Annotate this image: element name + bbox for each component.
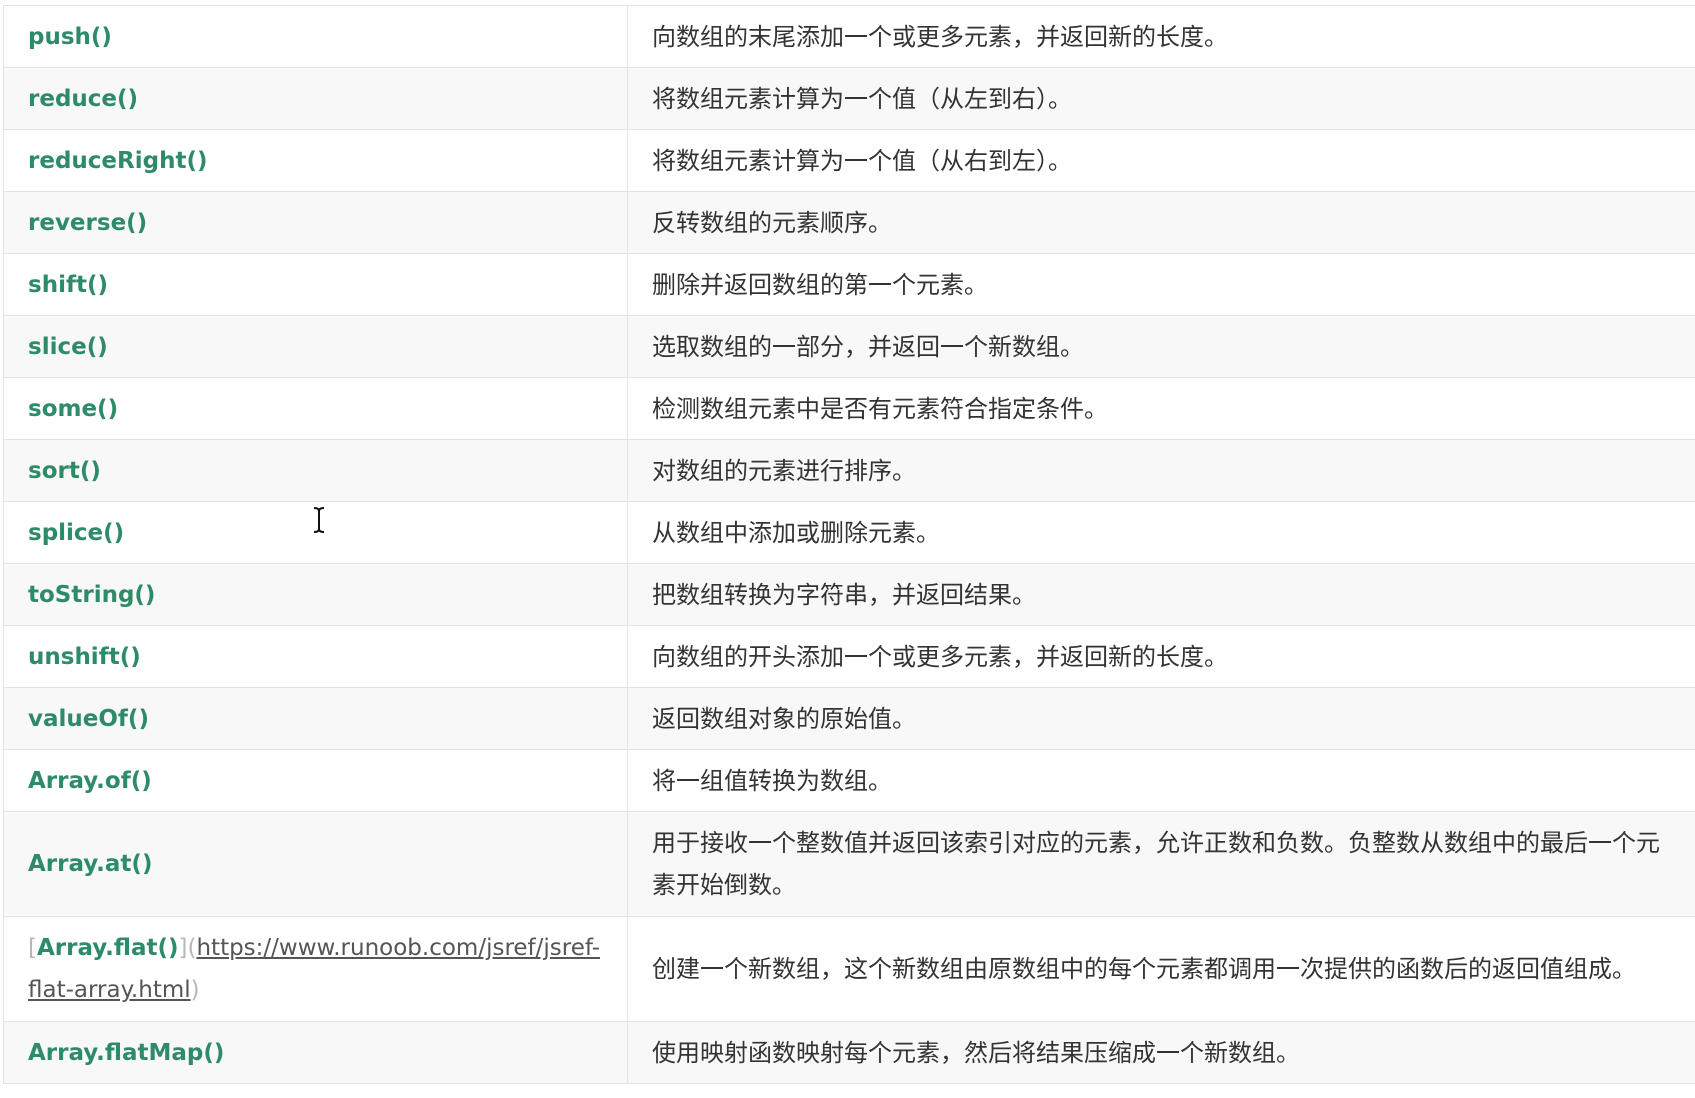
page-viewport: push() 向数组的末尾添加一个或更多元素，并返回新的长度。 reduce()… bbox=[0, 0, 1695, 1098]
method-description: 返回数组对象的原始值。 bbox=[627, 687, 1695, 750]
method-name: toString() bbox=[3, 563, 628, 626]
table-row: Array.flatMap() 使用映射函数映射每个元素，然后将结果压缩成一个新… bbox=[3, 1021, 1695, 1084]
table-row: some() 检测数组元素中是否有元素符合指定条件。 bbox=[3, 377, 1695, 440]
method-name: reverse() bbox=[3, 191, 628, 254]
method-name: push() bbox=[3, 5, 628, 68]
method-description: 删除并返回数组的第一个元素。 bbox=[627, 253, 1695, 316]
method-name: reduceRight() bbox=[3, 129, 628, 192]
table-row: reduce() 将数组元素计算为一个值（从左到右）。 bbox=[3, 67, 1695, 130]
method-link-cell: [Array.flat()](https://www.runoob.com/js… bbox=[3, 916, 628, 1022]
open-bracket: [ bbox=[28, 935, 37, 961]
method-name: Array.at() bbox=[3, 811, 628, 917]
method-name: Array.of() bbox=[3, 749, 628, 812]
method-description: 将一组值转换为数组。 bbox=[627, 749, 1695, 812]
method-description: 反转数组的元素顺序。 bbox=[627, 191, 1695, 254]
table-row: [Array.flat()](https://www.runoob.com/js… bbox=[3, 916, 1695, 1022]
table-row: sort() 对数组的元素进行排序。 bbox=[3, 439, 1695, 502]
method-name: valueOf() bbox=[3, 687, 628, 750]
method-name: Array.flatMap() bbox=[3, 1021, 628, 1084]
method-name: reduce() bbox=[3, 67, 628, 130]
table-row: reverse() 反转数组的元素顺序。 bbox=[3, 191, 1695, 254]
table-row: unshift() 向数组的开头添加一个或更多元素，并返回新的长度。 bbox=[3, 625, 1695, 688]
method-description: 从数组中添加或删除元素。 bbox=[627, 501, 1695, 564]
method-description: 用于接收一个整数值并返回该索引对应的元素，允许正数和负数。负整数从数组中的最后一… bbox=[627, 811, 1695, 917]
table-row: toString() 把数组转换为字符串，并返回结果。 bbox=[3, 563, 1695, 626]
method-description: 向数组的末尾添加一个或更多元素，并返回新的长度。 bbox=[627, 5, 1695, 68]
table-row: splice() 从数组中添加或删除元素。 bbox=[3, 501, 1695, 564]
method-description: 选取数组的一部分，并返回一个新数组。 bbox=[627, 315, 1695, 378]
table-row: Array.of() 将一组值转换为数组。 bbox=[3, 749, 1695, 812]
method-name: slice() bbox=[3, 315, 628, 378]
method-name: sort() bbox=[3, 439, 628, 502]
method-description: 创建一个新数组，这个新数组由原数组中的每个元素都调用一次提供的函数后的返回值组成… bbox=[627, 916, 1695, 1022]
method-name: unshift() bbox=[3, 625, 628, 688]
method-description: 使用映射函数映射每个元素，然后将结果压缩成一个新数组。 bbox=[627, 1021, 1695, 1084]
method-description: 将数组元素计算为一个值（从左到右）。 bbox=[627, 67, 1695, 130]
method-name: Array.flat() bbox=[36, 935, 179, 961]
method-description: 对数组的元素进行排序。 bbox=[627, 439, 1695, 502]
method-name: shift() bbox=[3, 253, 628, 316]
close-paren: ) bbox=[190, 977, 200, 1003]
table-row: valueOf() 返回数组对象的原始值。 bbox=[3, 687, 1695, 750]
method-description: 将数组元素计算为一个值（从右到左）。 bbox=[627, 129, 1695, 192]
array-methods-table: push() 向数组的末尾添加一个或更多元素，并返回新的长度。 reduce()… bbox=[3, 5, 1695, 1084]
table-row: slice() 选取数组的一部分，并返回一个新数组。 bbox=[3, 315, 1695, 378]
method-name: some() bbox=[3, 377, 628, 440]
table-row: shift() 删除并返回数组的第一个元素。 bbox=[3, 253, 1695, 316]
text-cursor-icon bbox=[313, 507, 325, 533]
table-row: reduceRight() 将数组元素计算为一个值（从右到左）。 bbox=[3, 129, 1695, 192]
method-description: 把数组转换为字符串，并返回结果。 bbox=[627, 563, 1695, 626]
method-description: 检测数组元素中是否有元素符合指定条件。 bbox=[627, 377, 1695, 440]
table-row: push() 向数组的末尾添加一个或更多元素，并返回新的长度。 bbox=[3, 5, 1695, 68]
method-description: 向数组的开头添加一个或更多元素，并返回新的长度。 bbox=[627, 625, 1695, 688]
table-row: Array.at() 用于接收一个整数值并返回该索引对应的元素，允许正数和负数。… bbox=[3, 811, 1695, 917]
